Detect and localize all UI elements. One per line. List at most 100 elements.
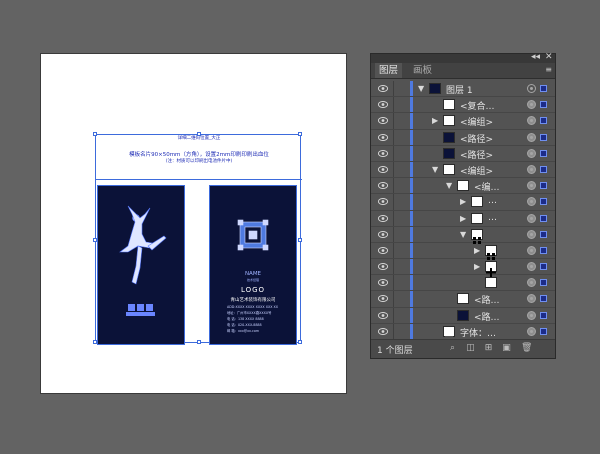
layer-row[interactable]: 字体：… [371, 323, 555, 340]
layer-row[interactable]: ▼ <编组> [371, 161, 555, 179]
handle-bottom-right[interactable] [298, 340, 302, 344]
expand-arrow-icon[interactable]: ▶ [460, 197, 466, 206]
selection-indicator[interactable] [540, 149, 547, 157]
target-circle-icon[interactable] [527, 294, 536, 304]
selection-bounding-box[interactable]: 详细二维码位置_大正 模板名片90×50mm（方角），设置2mm印刷印刷出血位 … [93, 132, 302, 345]
expand-arrow-icon[interactable]: ▶ [432, 116, 438, 125]
visibility-eye-icon[interactable] [378, 295, 388, 303]
lock-column[interactable] [393, 113, 394, 129]
selection-indicator[interactable] [540, 117, 547, 125]
target-circle-icon[interactable] [527, 116, 536, 126]
target-circle-icon[interactable] [527, 164, 536, 174]
lock-column[interactable] [393, 210, 394, 226]
visibility-eye-icon[interactable] [378, 198, 388, 206]
visibility-eye-icon[interactable] [378, 149, 388, 157]
collapse-arrow-icon[interactable]: ▼ [418, 84, 424, 93]
layer-row[interactable]: <路径> [371, 145, 555, 162]
target-circle-icon[interactable] [527, 278, 536, 288]
tab-artboards[interactable]: 画板 [409, 63, 436, 78]
lock-column[interactable] [393, 275, 394, 291]
lock-column[interactable] [393, 145, 394, 161]
visibility-eye-icon[interactable] [378, 246, 388, 254]
selection-indicator[interactable] [540, 230, 547, 238]
layer-row[interactable]: <路径> [371, 129, 555, 146]
expand-arrow-icon[interactable]: ▶ [474, 262, 480, 271]
selection-indicator[interactable] [540, 327, 547, 335]
target-circle-icon[interactable] [527, 245, 536, 255]
expand-arrow-icon[interactable]: ▶ [474, 246, 480, 255]
visibility-eye-icon[interactable] [378, 311, 388, 319]
target-circle-icon[interactable] [527, 326, 536, 336]
selection-indicator[interactable] [540, 263, 547, 271]
target-circle-icon[interactable] [527, 197, 536, 207]
visibility-eye-icon[interactable] [378, 279, 388, 287]
layer-row[interactable] [371, 275, 555, 292]
handle-left[interactable] [93, 238, 97, 242]
lock-column[interactable] [393, 226, 394, 242]
lock-column[interactable] [393, 323, 394, 339]
layer-row[interactable]: ▶… [371, 210, 555, 227]
target-circle-icon[interactable] [527, 262, 536, 272]
delete-layer-icon[interactable]: 🗑 [521, 343, 532, 354]
selection-indicator[interactable] [540, 198, 547, 206]
visibility-eye-icon[interactable] [378, 133, 388, 141]
expand-arrow-icon[interactable]: ▶ [460, 214, 466, 223]
lock-column[interactable] [393, 129, 394, 145]
selection-indicator[interactable] [540, 165, 547, 173]
layer-row[interactable]: ▶… [371, 194, 555, 211]
close-icon[interactable]: ✕ [545, 52, 553, 62]
handle-top[interactable] [197, 132, 201, 136]
visibility-eye-icon[interactable] [378, 182, 388, 190]
selection-indicator[interactable] [540, 311, 547, 319]
lock-column[interactable] [393, 178, 394, 194]
layer-row[interactable]: ▼ <编… [371, 178, 555, 195]
new-layer-icon[interactable]: ▣ [501, 343, 512, 354]
lock-column[interactable] [393, 161, 394, 178]
handle-top-left[interactable] [93, 132, 97, 136]
target-circle-icon[interactable] [527, 310, 536, 320]
layer-row[interactable]: <复合… [371, 97, 555, 114]
lock-column[interactable] [393, 242, 394, 259]
visibility-eye-icon[interactable] [378, 263, 388, 271]
target-circle-icon[interactable] [527, 84, 536, 93]
lock-column[interactable] [393, 81, 394, 97]
tab-layers[interactable]: 图层 [375, 63, 403, 78]
selection-indicator[interactable] [540, 279, 547, 287]
visibility-eye-icon[interactable] [378, 214, 388, 222]
visibility-eye-icon[interactable] [378, 230, 388, 238]
visibility-eye-icon[interactable] [378, 101, 388, 109]
new-sublayer-icon[interactable]: ⊞ [483, 343, 494, 354]
collapse-arrow-icon[interactable]: ▼ [446, 181, 452, 190]
visibility-eye-icon[interactable] [378, 85, 388, 92]
target-circle-icon[interactable] [527, 181, 536, 191]
layer-row[interactable]: ▼ [371, 226, 555, 244]
layer-row[interactable]: <路… [371, 291, 555, 308]
layer-row[interactable]: ▼ 图层 1 [371, 81, 555, 98]
lock-column[interactable] [393, 307, 394, 323]
artboard[interactable]: 详细二维码位置_大正 模板名片90×50mm（方角），设置2mm印刷印刷出血位 … [40, 53, 347, 394]
handle-bottom[interactable] [197, 340, 201, 344]
layer-row[interactable]: ▶ [371, 259, 555, 278]
text-frame[interactable]: 详细二维码位置_大正 模板名片90×50mm（方角），设置2mm印刷印刷出血位 … [96, 135, 302, 180]
target-circle-icon[interactable] [527, 213, 536, 223]
handle-top-right[interactable] [298, 132, 302, 136]
selection-indicator[interactable] [540, 295, 547, 303]
layer-row[interactable]: ▶ [371, 242, 555, 260]
collapse-arrow-icon[interactable]: ▼ [432, 165, 438, 174]
handle-right[interactable] [298, 238, 302, 242]
handle-bottom-left[interactable] [93, 340, 97, 344]
business-card-front[interactable] [97, 185, 185, 345]
collapse-arrow-icon[interactable]: ▼ [460, 230, 466, 239]
selection-indicator[interactable] [540, 101, 547, 109]
visibility-eye-icon[interactable] [378, 327, 388, 335]
selection-indicator[interactable] [540, 246, 547, 254]
make-clipping-mask-icon[interactable]: ◫ [465, 343, 476, 354]
selection-indicator[interactable] [540, 85, 547, 92]
selection-indicator[interactable] [540, 214, 547, 222]
target-circle-icon[interactable] [527, 100, 536, 110]
visibility-eye-icon[interactable] [378, 117, 388, 125]
locate-object-icon[interactable]: ⌕ [447, 343, 458, 354]
collapse-icon[interactable]: ◂◂ [531, 52, 540, 62]
target-circle-icon[interactable] [527, 148, 536, 158]
visibility-eye-icon[interactable] [378, 165, 388, 173]
